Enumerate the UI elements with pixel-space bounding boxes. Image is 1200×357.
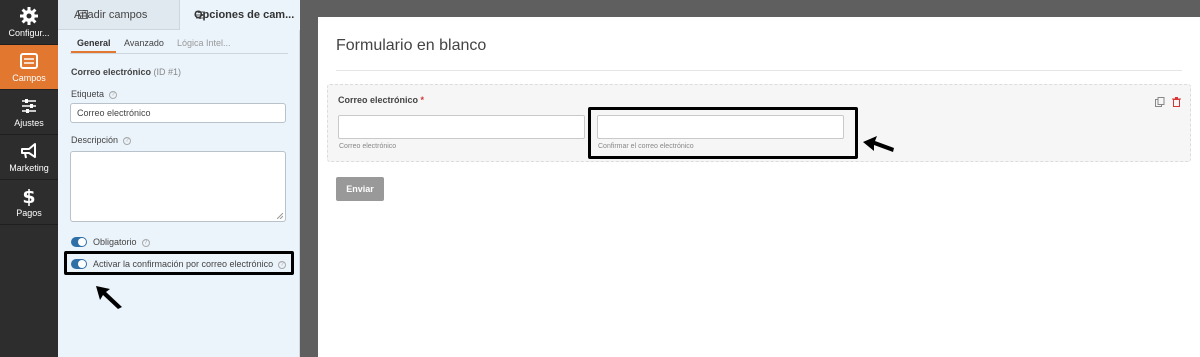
sliders-icon: [22, 99, 36, 113]
svg-text:$: $: [22, 186, 35, 206]
gear-icon: [20, 7, 38, 25]
tab-label: Opciones de cam...: [194, 9, 295, 21]
help-icon[interactable]: ?: [141, 238, 150, 247]
nav-label: Campos: [12, 73, 46, 83]
nav-label: Ajustes: [14, 118, 44, 128]
duplicate-icon[interactable]: [1154, 94, 1165, 112]
toggle-required-label: Obligatorio?: [93, 236, 150, 248]
nav-item-configuracion[interactable]: Configur...: [0, 0, 58, 45]
title-divider: [336, 70, 1182, 71]
subtab-general[interactable]: General: [71, 38, 115, 53]
field-options-title: Correo electrónico (ID #1): [71, 67, 181, 77]
trash-icon[interactable]: [1172, 94, 1181, 112]
nav-label: Pagos: [16, 208, 42, 218]
label-input[interactable]: Correo electrónico: [70, 103, 286, 123]
form-builder-canvas: Formulario en blanco Correo electrónico …: [318, 17, 1200, 357]
resize-handle-icon[interactable]: [277, 213, 283, 219]
description-caption-text: Descripción: [71, 135, 119, 145]
field-id: (ID #1): [153, 67, 182, 77]
email-field-label: Correo electrónico *: [338, 95, 425, 105]
fields-icon: [20, 53, 38, 69]
field-name: Correo electrónico: [71, 67, 152, 77]
annotation-arrow-icon: [863, 136, 894, 152]
nav-item-pagos[interactable]: $ Pagos: [0, 180, 58, 225]
builder-nav: Configur... Campos Ajustes Marketing $ P…: [0, 0, 58, 357]
toggle-required[interactable]: [71, 237, 87, 247]
form-title: Formulario en blanco: [336, 37, 487, 54]
subtab-avanzado[interactable]: Avanzado: [124, 38, 164, 48]
options-subtabs: General Avanzado Lógica Intel...: [70, 30, 288, 54]
description-textarea[interactable]: [70, 151, 286, 222]
dollar-icon: $: [22, 186, 35, 206]
email-sublabel: Correo electrónico: [339, 143, 397, 150]
annotation-arrow-icon: [96, 286, 122, 309]
highlight-box-toggle: [64, 251, 294, 275]
label-caption-text: Etiqueta: [71, 89, 105, 99]
tab-label: Añadir campos: [74, 9, 148, 21]
required-asterisk: *: [420, 95, 425, 105]
nav-item-ajustes[interactable]: Ajustes: [0, 90, 58, 135]
tab-field-options[interactable]: Opciones de cam...: [179, 0, 300, 30]
description-caption: Descripción?: [71, 135, 132, 145]
nav-item-campos[interactable]: Campos: [0, 45, 58, 90]
help-icon[interactable]: ?: [123, 136, 132, 145]
email-input-preview[interactable]: [338, 115, 585, 139]
megaphone-icon: [21, 143, 36, 159]
nav-label: Marketing: [9, 163, 49, 173]
submit-button[interactable]: Enviar: [336, 177, 384, 201]
label-caption: Etiqueta?: [71, 89, 118, 99]
panel-tabs: Añadir campos Opciones de cam...: [58, 0, 300, 30]
nav-label: Configur...: [8, 28, 50, 38]
field-actions: [1152, 94, 1181, 112]
help-icon[interactable]: ?: [109, 90, 118, 99]
nav-item-marketing[interactable]: Marketing: [0, 135, 58, 180]
tab-add-fields[interactable]: Añadir campos: [58, 0, 179, 30]
subtab-logica-inteligente[interactable]: Lógica Intel...: [177, 38, 231, 48]
highlight-box-confirm-field: [588, 107, 858, 159]
toggle-required-row: Obligatorio?: [71, 236, 191, 248]
